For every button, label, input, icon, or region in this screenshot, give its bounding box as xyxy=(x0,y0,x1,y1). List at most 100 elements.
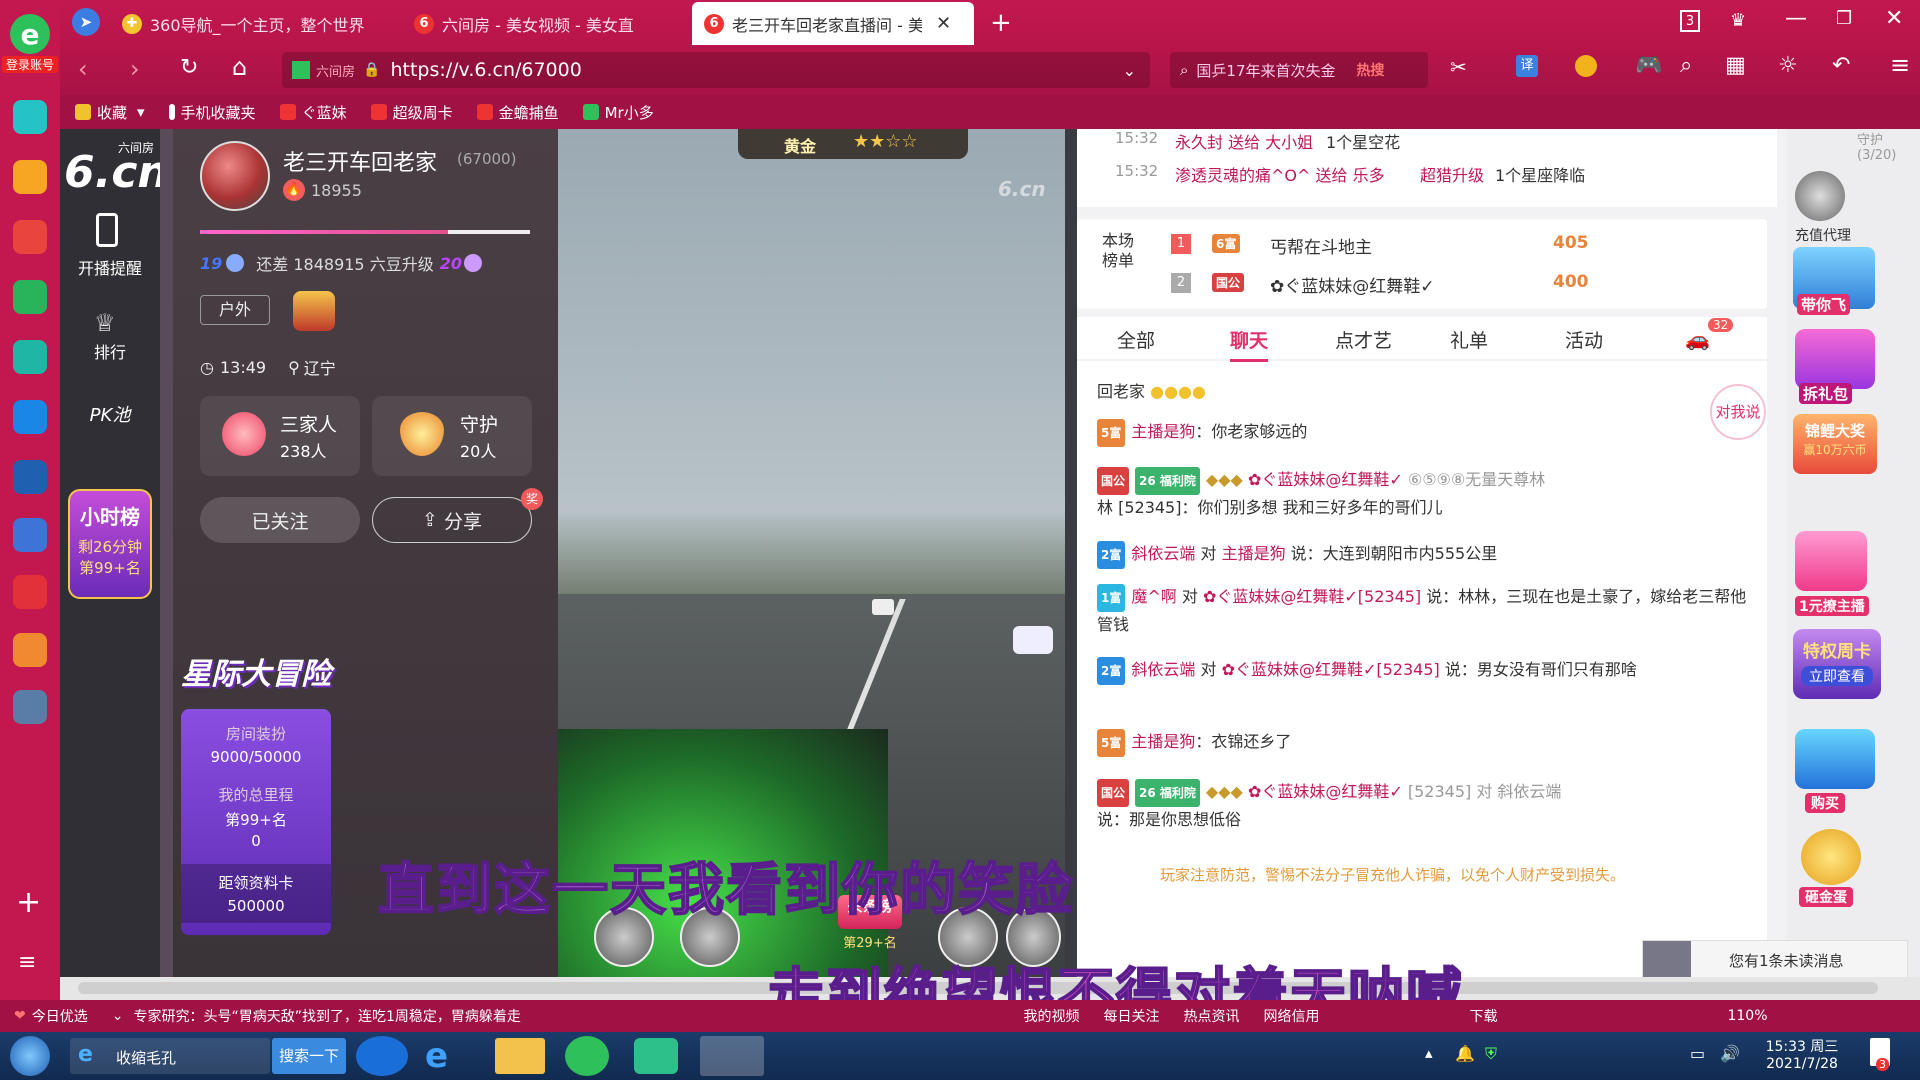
plus-app-icon[interactable] xyxy=(13,100,47,134)
folder-icon[interactable] xyxy=(495,1038,545,1074)
avatar[interactable] xyxy=(200,141,270,211)
search-box[interactable]: ⌕ 国乒17年来首次失金 热搜 xyxy=(1170,52,1428,88)
chevron-down-icon[interactable]: ⌄ xyxy=(1123,61,1136,80)
game3-icon[interactable] xyxy=(13,690,47,724)
translate-icon[interactable]: 译 xyxy=(1516,55,1538,77)
heart-promo-icon[interactable] xyxy=(1795,531,1867,591)
nav-go-live-reminder[interactable]: 开播提醒 xyxy=(68,255,152,279)
gamepad-icon[interactable]: 🎮 xyxy=(1635,53,1662,78)
followed-button[interactable]: 已关注 xyxy=(200,497,360,543)
family-card[interactable]: 三家人 238人 xyxy=(200,396,360,476)
tab-activity[interactable]: 活动 xyxy=(1565,326,1603,353)
address-bar[interactable]: 六间房 🔒 https://v.6.cn/67000 ⌄ xyxy=(282,52,1150,88)
mail-icon[interactable] xyxy=(13,280,47,314)
rank-name[interactable]: 丐帮在斗地主 xyxy=(1270,233,1372,258)
network-icon[interactable]: ▭ xyxy=(1690,1044,1705,1063)
browser-logo-icon[interactable]: e xyxy=(10,14,50,54)
main-menu-icon[interactable]: ≡ xyxy=(1890,51,1910,79)
lucky-icon[interactable]: 锦鲤大奖 赢10万六币 xyxy=(1793,414,1877,474)
restore-button[interactable]: ❐ xyxy=(1836,8,1852,29)
search-once-button[interactable]: 搜索一下 xyxy=(272,1038,346,1074)
shirt-icon[interactable]: ♛ xyxy=(1730,10,1746,31)
fav-item[interactable]: ぐ蓝妹 xyxy=(279,102,347,123)
clock-date[interactable]: 2021/7/28 xyxy=(1752,1056,1852,1072)
tab-count-badge[interactable]: 3 xyxy=(1680,10,1700,32)
cloud-icon[interactable] xyxy=(13,340,47,374)
tab-talent[interactable]: 点才艺 xyxy=(1335,326,1392,353)
unread-toast[interactable]: 您有1条未读消息 xyxy=(1642,940,1908,979)
status-download[interactable]: 下载 xyxy=(1469,1006,1497,1026)
tab-gift-list[interactable]: 礼单 xyxy=(1450,326,1488,353)
news-ticker[interactable]: 专家研究：头号“胃病天敌”找到了，连吃1周稳定，胃病躲着走 xyxy=(133,1006,603,1026)
adventure-panel[interactable]: 房间装扮 9000/50000 我的总里程 第99+名 0 距领资料卡 5000… xyxy=(181,709,331,935)
p-app-icon[interactable] xyxy=(13,400,47,434)
active-app-icon[interactable] xyxy=(700,1036,764,1076)
status-credit[interactable]: 网络信用 xyxy=(1263,1006,1319,1026)
zoom-level[interactable]: 110% xyxy=(1727,1008,1767,1024)
golden-egg-icon[interactable] xyxy=(1801,829,1861,885)
weibo-icon[interactable] xyxy=(13,220,47,254)
promo-fly-label[interactable]: 带你飞 xyxy=(1797,294,1851,315)
fav-item[interactable]: 收藏 ▾ xyxy=(75,102,145,123)
video-player-icon[interactable] xyxy=(634,1038,678,1074)
talk-to-me-button[interactable]: 对我说 xyxy=(1710,384,1766,440)
home-icon[interactable]: ⌂ xyxy=(232,53,247,81)
site-logo[interactable]: 6.cn xyxy=(64,147,169,198)
status-my-video[interactable]: 我的视频 xyxy=(1023,1006,1079,1026)
guard-card[interactable]: 守护 20人 xyxy=(372,396,532,476)
k-app-icon[interactable] xyxy=(356,1036,408,1076)
bell-icon[interactable]: 🔔 xyxy=(1455,1044,1475,1063)
guard-avatar[interactable] xyxy=(1795,171,1845,221)
word-icon[interactable] xyxy=(13,518,47,552)
shield-tray-icon[interactable]: ⛨ xyxy=(1485,1044,1497,1064)
promo-gift-label[interactable]: 拆礼包 xyxy=(1799,383,1853,404)
scissors-icon[interactable]: ✂ xyxy=(1450,55,1467,79)
promo-label[interactable]: 充值代理 xyxy=(1795,225,1851,245)
clock-time[interactable]: 15:33 周三 xyxy=(1752,1036,1852,1056)
minimize-button[interactable]: — xyxy=(1785,6,1807,31)
star-app-icon[interactable] xyxy=(13,160,47,194)
rank-name[interactable]: ✿ぐ蓝妹妹@红舞鞋✓ xyxy=(1270,272,1435,297)
add-app-icon[interactable]: + xyxy=(16,885,41,920)
brightness-icon[interactable]: ☼ xyxy=(1778,53,1798,78)
today-picks[interactable]: 今日优选 xyxy=(32,1006,88,1026)
tab-all[interactable]: 全部 xyxy=(1117,326,1155,353)
new-tab-button[interactable]: + xyxy=(990,8,1012,38)
start-button[interactable] xyxy=(10,1036,50,1076)
tab-live-room[interactable]: 6 老三开车回老家直播间 - 美女 ✕ xyxy=(692,2,974,45)
privilege-card[interactable]: 特权周卡 立即查看 xyxy=(1793,629,1881,699)
fav-item[interactable]: 金蟾捕鱼 xyxy=(476,102,559,123)
nav-pk-pool[interactable]: PK池 xyxy=(68,401,152,427)
hour-rank-card[interactable]: 小时榜 剩26分钟 第99+名 xyxy=(68,489,152,599)
search-input[interactable]: 国乒17年来首次失金 xyxy=(1196,60,1346,81)
status-hot-news[interactable]: 热点资讯 xyxy=(1183,1006,1239,1026)
magnifier-icon[interactable]: ⌕ xyxy=(1680,53,1692,78)
game2-icon[interactable] xyxy=(13,633,47,667)
ie-pin-icon[interactable]: e xyxy=(425,1036,477,1076)
close-window-button[interactable]: ✕ xyxy=(1885,6,1903,31)
ie-taskbar-item[interactable]: e 收缩毛孔 xyxy=(70,1038,270,1074)
back-icon[interactable]: ‹ xyxy=(78,55,88,83)
fav-item[interactable]: 超级周卡 xyxy=(370,102,453,123)
volume-icon[interactable]: 🔊 xyxy=(1720,1044,1740,1063)
send-icon[interactable]: ➤ xyxy=(72,8,100,36)
tab-360[interactable]: ✚ 360导航_一个主页，整个世界 xyxy=(110,2,400,45)
share-button[interactable]: ⇪ 分享 xyxy=(372,497,532,543)
tray-arrow-icon[interactable]: ▴ xyxy=(1425,1044,1433,1062)
tab-6cn[interactable]: 6 六间房 - 美女视频 - 美女直 xyxy=(402,2,692,45)
menu-icon[interactable]: ≡ xyxy=(18,950,36,975)
tab-chat[interactable]: 聊天 xyxy=(1230,326,1269,362)
gift-box-icon[interactable] xyxy=(1795,329,1875,389)
trophy-icon[interactable] xyxy=(293,291,335,331)
privilege-view-button[interactable]: 立即查看 xyxy=(1801,666,1873,686)
refresh-icon[interactable]: ↻ xyxy=(180,55,198,80)
chest-icon[interactable] xyxy=(1795,729,1875,789)
forward-icon[interactable]: › xyxy=(130,55,140,83)
fav-item[interactable]: 手机收藏夹 xyxy=(168,102,256,123)
buy-button[interactable]: 购买 xyxy=(1805,793,1845,813)
red-app-icon[interactable] xyxy=(13,575,47,609)
game-app-icon[interactable] xyxy=(13,460,47,494)
smash-egg-button[interactable]: 砸金蛋 xyxy=(1799,887,1853,907)
fav-item[interactable]: Mr小多 xyxy=(582,102,654,123)
status-daily[interactable]: 每日关注 xyxy=(1103,1006,1159,1026)
